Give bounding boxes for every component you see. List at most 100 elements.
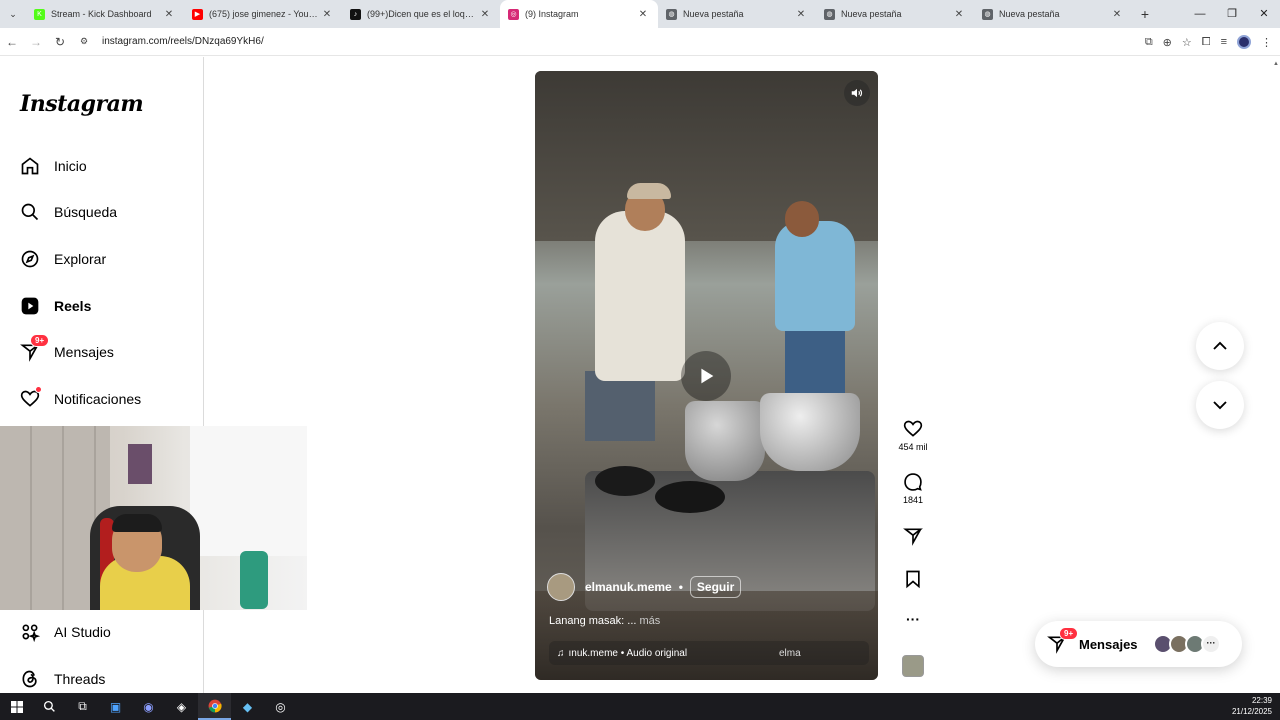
- nav-item-reels[interactable]: Reels: [20, 293, 91, 319]
- address-bar: ← → ↻ ⚙ instagram.com/reels/DNzqa69YkH6/…: [0, 28, 1280, 56]
- nav-item-mensajes[interactable]: 9+ Mensajes: [20, 334, 114, 365]
- nav-item-explorar[interactable]: Explorar: [20, 246, 106, 272]
- save-action[interactable]: [893, 569, 933, 592]
- like-action[interactable]: 454 mil: [893, 419, 933, 452]
- nav-item-ai-studio[interactable]: AI Studio: [20, 619, 111, 645]
- browser-menu-icon[interactable]: ⋮: [1261, 36, 1272, 49]
- bookmark-star-icon[interactable]: ☆: [1182, 36, 1192, 49]
- reel-audio-bar[interactable]: ♫ ınuk.meme • Audio original elma: [549, 641, 869, 665]
- volume-button[interactable]: [844, 80, 870, 106]
- previous-reel-button[interactable]: [1196, 322, 1244, 370]
- floating-messages-button[interactable]: 9+ Mensajes ···: [1035, 621, 1242, 667]
- video-figure: [775, 221, 855, 331]
- site-info-icon[interactable]: ⚙: [72, 36, 96, 47]
- audio-label-scroll: elma: [779, 647, 801, 659]
- speaker-icon: [851, 88, 863, 98]
- install-app-icon[interactable]: ⧉: [1145, 36, 1153, 49]
- caption-text: Lanang masak: ...: [549, 615, 637, 627]
- zoom-icon[interactable]: ⊕: [1163, 36, 1172, 49]
- instagram-logo[interactable]: Instagram: [20, 91, 144, 117]
- browser-tab[interactable]: ◍ Nueva pestaña ✕: [658, 0, 816, 28]
- video-roof: [535, 71, 878, 241]
- app-icon[interactable]: ◈: [165, 693, 198, 720]
- chevron-down-icon: [1213, 401, 1227, 410]
- nav-item-inicio[interactable]: Inicio: [20, 153, 87, 179]
- follow-button[interactable]: Seguir: [689, 576, 742, 598]
- tab-title: Nueva pestaña: [841, 9, 902, 19]
- url-field[interactable]: instagram.com/reels/DNzqa69YkH6/: [102, 36, 264, 47]
- video-pot: [685, 401, 765, 481]
- chrome-icon[interactable]: [198, 693, 231, 720]
- share-icon: [893, 526, 933, 546]
- play-button[interactable]: [681, 351, 731, 401]
- home-icon: [20, 156, 40, 176]
- webcam-person-hair: [112, 514, 162, 532]
- address-bar-actions: ⧉ ⊕ ☆ ⧠ ≡ ⋮: [1145, 28, 1272, 56]
- windows-start-icon[interactable]: [0, 693, 33, 720]
- video-ground: [535, 591, 878, 680]
- more-options-icon[interactable]: ···: [893, 611, 933, 627]
- audio-thumbnail[interactable]: [902, 655, 924, 677]
- forward-icon[interactable]: →: [24, 35, 48, 49]
- comment-action[interactable]: 1841: [893, 472, 933, 505]
- tab-close-icon[interactable]: ✕: [478, 9, 492, 20]
- reel-video[interactable]: elmanuk.meme • Seguir Lanang masak: ... …: [535, 71, 878, 680]
- tab-search-button[interactable]: ⌄: [0, 9, 26, 20]
- taskbar-search-icon[interactable]: [33, 693, 66, 720]
- audio-label: ınuk.meme • Audio original: [568, 647, 688, 659]
- obs-icon[interactable]: ◎: [264, 693, 297, 720]
- back-icon[interactable]: ←: [0, 35, 24, 49]
- browser-tab[interactable]: ▶ (675) jose gimenez - YouTube ✕: [184, 0, 342, 28]
- tab-close-icon[interactable]: ✕: [794, 9, 808, 20]
- chevron-up-icon: [1213, 341, 1227, 350]
- nav-item-notificaciones[interactable]: Notificaciones: [20, 386, 141, 412]
- video-figure: [585, 371, 655, 441]
- tab-title: (9) Instagram: [525, 9, 579, 19]
- nav-label: Mensajes: [54, 344, 114, 360]
- browser-tab[interactable]: ♪ (99+)Dicen que es el loquito de✕: [342, 0, 500, 28]
- webcam-poster: [128, 444, 152, 484]
- bookmark-icon: [893, 569, 933, 589]
- comment-count: 1841: [902, 495, 924, 505]
- nav-label: Explorar: [54, 251, 107, 267]
- reload-icon[interactable]: ↻: [48, 35, 72, 49]
- browser-tab[interactable]: K Stream - Kick Dashboard ✕: [26, 0, 184, 28]
- extensions-icon[interactable]: ⧠: [1202, 36, 1211, 49]
- task-view-icon[interactable]: ⧉: [66, 693, 99, 720]
- discord-icon[interactable]: ◉: [132, 693, 165, 720]
- nav-item-threads[interactable]: Threads: [20, 666, 105, 692]
- tab-close-icon[interactable]: ✕: [636, 9, 650, 20]
- nav-item-busqueda[interactable]: Búsqueda: [20, 199, 117, 225]
- share-action[interactable]: [893, 526, 933, 549]
- author-username[interactable]: elmanuk.meme: [585, 580, 672, 594]
- tab-close-icon[interactable]: ✕: [320, 9, 334, 20]
- steam-icon[interactable]: ◆: [231, 693, 264, 720]
- next-reel-button[interactable]: [1196, 381, 1244, 429]
- tab-close-icon[interactable]: ✕: [952, 9, 966, 20]
- like-count: 454 mil: [898, 442, 928, 452]
- tab-close-icon[interactable]: ✕: [1110, 9, 1124, 20]
- browser-tab[interactable]: ◍ Nueva pestaña ✕: [816, 0, 974, 28]
- media-control-icon[interactable]: ≡: [1221, 36, 1227, 48]
- tab-close-icon[interactable]: ✕: [162, 9, 176, 20]
- system-clock[interactable]: 22:39 21/12/2025: [1232, 695, 1272, 717]
- restore-button[interactable]: ❐: [1216, 0, 1248, 28]
- tab-title: (675) jose gimenez - YouTube: [209, 9, 320, 19]
- browser-tab[interactable]: ◍ Nueva pestaña ✕: [974, 0, 1132, 28]
- scroll-up-arrow-icon[interactable]: ▲: [1273, 61, 1279, 67]
- browser-tab[interactable]: ◎ (9) Instagram ✕: [500, 0, 658, 28]
- page-scrollbar[interactable]: [1272, 57, 1280, 693]
- profile-avatar[interactable]: [1237, 35, 1251, 49]
- close-window-button[interactable]: ✕: [1248, 0, 1280, 28]
- webcam-whiteboard: [190, 426, 307, 556]
- caption-more-link[interactable]: más: [640, 615, 661, 627]
- nav-label: Reels: [54, 298, 92, 314]
- webcam-bottle: [240, 551, 268, 609]
- author-separator: •: [678, 580, 683, 594]
- play-icon: [701, 368, 714, 384]
- tab-favicon-icon: ▶: [192, 8, 203, 20]
- outlook-icon[interactable]: ▣: [99, 693, 132, 720]
- new-tab-button[interactable]: +: [1132, 6, 1158, 22]
- author-avatar[interactable]: [547, 573, 575, 601]
- minimize-button[interactable]: —: [1184, 0, 1216, 28]
